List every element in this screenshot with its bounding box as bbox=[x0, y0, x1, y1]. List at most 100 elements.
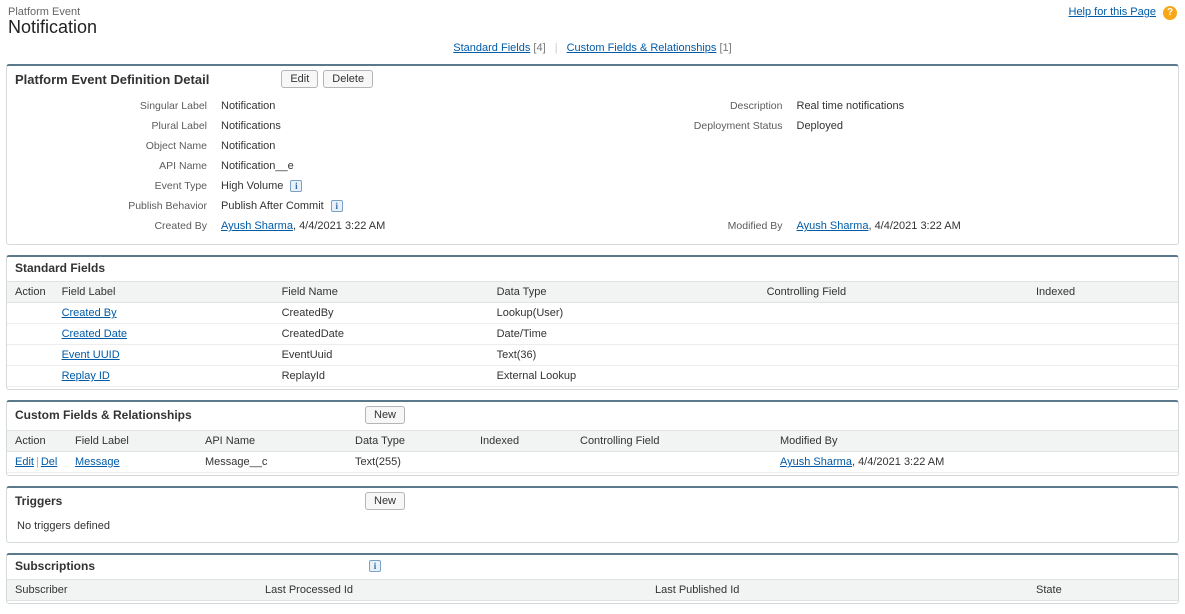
new-trigger-button[interactable]: New bbox=[365, 492, 405, 510]
field-indexed bbox=[1028, 366, 1178, 387]
field-type: Date/Time bbox=[489, 324, 759, 345]
label-modified-by: Modified By bbox=[603, 216, 793, 236]
col-data-type: Data Type bbox=[347, 431, 472, 452]
field-indexed bbox=[472, 452, 572, 473]
new-custom-field-button[interactable]: New bbox=[365, 406, 405, 424]
col-last-processed-id: Last Processed Id bbox=[257, 580, 647, 601]
standard-fields-table: Action Field Label Field Name Data Type … bbox=[7, 281, 1178, 387]
standard-fields-block: Standard Fields Action Field Label Field… bbox=[6, 255, 1179, 390]
value-modified-by: Ayush Sharma, 4/4/2021 3:22 AM bbox=[793, 216, 1179, 236]
field-type: Text(255) bbox=[347, 452, 472, 473]
edit-button[interactable]: Edit bbox=[281, 70, 318, 88]
col-field-label: Field Label bbox=[67, 431, 197, 452]
table-header-row: Subscriber Last Processed Id Last Publis… bbox=[7, 580, 1178, 601]
table-row: Created Date CreatedDateDate/Time bbox=[7, 324, 1178, 345]
table-row: Edit|DelMessageMessage__cText(255)Ayush … bbox=[7, 452, 1178, 473]
field-ctrl bbox=[759, 345, 1028, 366]
col-subscriber: Subscriber bbox=[7, 580, 257, 601]
field-label-link[interactable]: Message bbox=[75, 456, 120, 468]
value-singular: Notification bbox=[217, 96, 603, 116]
field-type: External Lookup bbox=[489, 366, 759, 387]
col-field-name: Field Name bbox=[274, 282, 489, 303]
created-by-timestamp: , 4/4/2021 3:22 AM bbox=[293, 220, 385, 232]
table-header-row: Action Field Label API Name Data Type In… bbox=[7, 431, 1178, 452]
triggers-empty-text: No triggers defined bbox=[7, 514, 1178, 542]
anchor-separator: | bbox=[555, 42, 558, 54]
col-data-type: Data Type bbox=[489, 282, 759, 303]
field-ctrl bbox=[572, 452, 772, 473]
value-api-name: Notification__e bbox=[217, 156, 603, 176]
custom-fields-block: Custom Fields & Relationships New Action… bbox=[6, 400, 1179, 476]
row-edit-link[interactable]: Edit bbox=[15, 456, 34, 468]
row-del-link[interactable]: Del bbox=[41, 456, 58, 468]
page-title: Notification bbox=[8, 17, 1177, 38]
value-object-name: Notification bbox=[217, 136, 603, 156]
field-label-link[interactable]: Event UUID bbox=[62, 349, 120, 361]
label-publish-behavior: Publish Behavior bbox=[7, 196, 217, 216]
field-indexed bbox=[1028, 324, 1178, 345]
field-api-name: Message__c bbox=[197, 452, 347, 473]
value-description: Real time notifications bbox=[793, 96, 1179, 116]
value-deploy-status: Deployed bbox=[793, 116, 1179, 136]
section-anchor-links: Standard Fields [4] | Custom Fields & Re… bbox=[0, 40, 1185, 64]
anchor-standard-fields[interactable]: Standard Fields bbox=[453, 42, 530, 54]
field-name: ReplayId bbox=[274, 366, 489, 387]
col-api-name: API Name bbox=[197, 431, 347, 452]
subscriptions-title: Subscriptions bbox=[15, 559, 365, 573]
help-link-text: Help for this Page bbox=[1069, 6, 1156, 18]
label-event-type: Event Type bbox=[7, 176, 217, 196]
label-plural: Plural Label bbox=[7, 116, 217, 136]
definition-detail-grid: Singular Label Notification Description … bbox=[7, 92, 1178, 244]
anchor-cust-count: [1] bbox=[719, 42, 731, 54]
triggers-block: Triggers New No triggers defined bbox=[6, 486, 1179, 543]
info-icon[interactable]: i bbox=[369, 560, 381, 572]
value-plural: Notifications bbox=[217, 116, 603, 136]
info-icon[interactable]: i bbox=[290, 180, 302, 192]
field-name: CreatedBy bbox=[274, 303, 489, 324]
field-indexed bbox=[1028, 345, 1178, 366]
anchor-std-count: [4] bbox=[533, 42, 545, 54]
field-modified-by: Ayush Sharma, 4/4/2021 3:22 AM bbox=[772, 452, 1178, 473]
field-label-link[interactable]: Replay ID bbox=[62, 370, 110, 382]
field-indexed bbox=[1028, 303, 1178, 324]
custom-fields-title: Custom Fields & Relationships bbox=[15, 408, 365, 422]
field-label-link[interactable]: Created Date bbox=[62, 328, 127, 340]
help-for-page-link[interactable]: Help for this Page ? bbox=[1069, 6, 1178, 20]
field-type: Text(36) bbox=[489, 345, 759, 366]
label-api-name: API Name bbox=[7, 156, 217, 176]
value-created-by: Ayush Sharma, 4/4/2021 3:22 AM bbox=[217, 216, 603, 236]
field-ctrl bbox=[759, 366, 1028, 387]
info-icon[interactable]: i bbox=[331, 200, 343, 212]
modified-by-user-link[interactable]: Ayush Sharma bbox=[797, 220, 869, 232]
field-name: CreatedDate bbox=[274, 324, 489, 345]
modified-by-timestamp: , 4/4/2021 3:22 AM bbox=[868, 220, 960, 232]
delete-button[interactable]: Delete bbox=[323, 70, 373, 88]
table-row: Replay ID ReplayIdExternal Lookup bbox=[7, 366, 1178, 387]
field-name: EventUuid bbox=[274, 345, 489, 366]
col-indexed: Indexed bbox=[472, 431, 572, 452]
col-controlling-field: Controlling Field bbox=[572, 431, 772, 452]
label-singular: Singular Label bbox=[7, 96, 217, 116]
created-by-user-link[interactable]: Ayush Sharma bbox=[221, 220, 293, 232]
col-last-published-id: Last Published Id bbox=[647, 580, 1028, 601]
anchor-custom-fields[interactable]: Custom Fields & Relationships bbox=[567, 42, 717, 54]
col-state: State bbox=[1028, 580, 1178, 601]
col-field-label: Field Label bbox=[54, 282, 274, 303]
value-publish-behavior: Publish After Commit i bbox=[217, 196, 603, 216]
col-action: Action bbox=[7, 431, 67, 452]
definition-detail-block: Platform Event Definition Detail Edit De… bbox=[6, 64, 1179, 245]
modified-by-user-link[interactable]: Ayush Sharma bbox=[780, 456, 852, 468]
col-indexed: Indexed bbox=[1028, 282, 1178, 303]
label-description: Description bbox=[603, 96, 793, 116]
standard-fields-title: Standard Fields bbox=[15, 261, 105, 275]
table-row: Event UUID EventUuidText(36) bbox=[7, 345, 1178, 366]
label-object-name: Object Name bbox=[7, 136, 217, 156]
field-ctrl bbox=[759, 324, 1028, 345]
table-header-row: Action Field Label Field Name Data Type … bbox=[7, 282, 1178, 303]
definition-detail-title: Platform Event Definition Detail bbox=[15, 72, 209, 87]
triggers-title: Triggers bbox=[15, 494, 365, 508]
custom-fields-table: Action Field Label API Name Data Type In… bbox=[7, 430, 1178, 473]
field-label-link[interactable]: Created By bbox=[62, 307, 117, 319]
value-event-type: High Volume i bbox=[217, 176, 603, 196]
subscriptions-table: Subscriber Last Processed Id Last Publis… bbox=[7, 579, 1178, 601]
